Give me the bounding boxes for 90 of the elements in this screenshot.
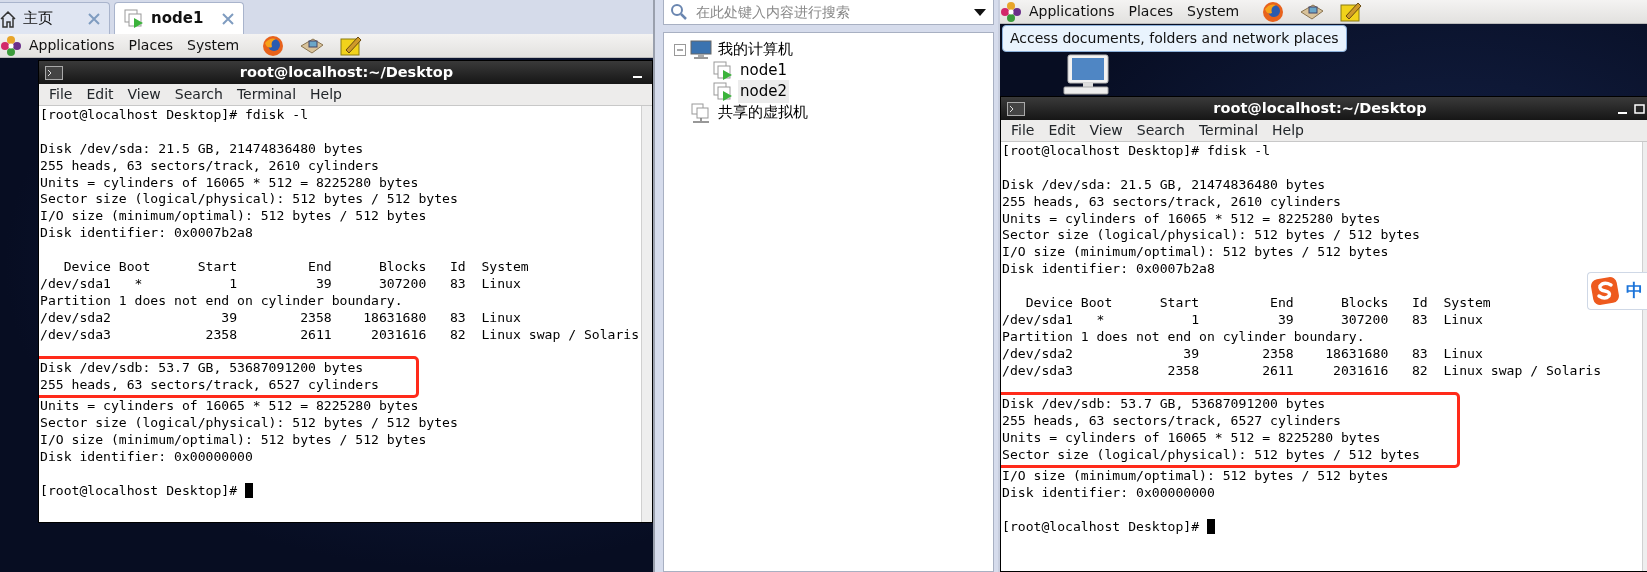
search-icon <box>670 3 688 21</box>
tab-label: 主页 <box>23 8 53 30</box>
firefox-icon[interactable] <box>1262 0 1285 23</box>
virtual-machine-icon <box>712 80 734 103</box>
tab[interactable]: 主页 <box>0 2 110 34</box>
panel-menu-item[interactable]: Places <box>1121 1 1181 22</box>
input-mode-toggle[interactable]: 中 <box>1626 278 1643 304</box>
terminal-line: 255 heads, 63 sectors/track, 2610 cylinders <box>1002 193 1342 211</box>
menu-item[interactable]: View <box>120 84 168 105</box>
terminal-line: Units = cylinders of 16065 * 512 = 8225280 bytes <box>1002 430 1382 448</box>
window-title: root@localhost:~/Desktop <box>1212 98 1428 118</box>
panel-menu-item[interactable]: Applications <box>22 35 122 56</box>
search-field[interactable]: 在此处键入内容进行搜索 <box>696 1 965 23</box>
firefox-icon[interactable] <box>262 34 285 57</box>
terminal-line: 255 heads, 63 sectors/track, 6527 cylinders <box>40 377 379 395</box>
note-pencil-icon[interactable] <box>340 34 363 57</box>
menu-item[interactable]: View <box>1082 120 1130 141</box>
terminal-line: Units = cylinders of 16065 * 512 = 8225280 bytes <box>40 174 420 192</box>
terminal-line: I/O size (minimum/optimal): 512 bytes / 512 bytes <box>40 208 428 226</box>
terminal-line: Disk identifier: 0x0007b2a8 <box>40 225 254 243</box>
computer-icon <box>690 39 712 60</box>
terminal-line: Device Boot Start End Blocks Id System <box>62 259 530 276</box>
terminal-line: Sector size (logical/physical): 512 bytes / 512 bytes <box>1002 227 1421 245</box>
shared-machines-icon <box>690 101 712 124</box>
tab-label: node1 <box>151 8 204 30</box>
tab[interactable]: node1 <box>114 2 245 34</box>
menu-item[interactable]: Terminal <box>229 84 304 105</box>
terminal-line: Disk /dev/sdb: 53.7 GB, 53687091200 bytes <box>1002 396 1327 414</box>
terminal-line: [root@localhost Desktop]# fdisk -l <box>1002 143 1272 160</box>
terminal-line: 255 heads, 63 sectors/track, 6527 cylinders <box>1002 413 1342 431</box>
menu-item[interactable]: File <box>1004 120 1042 141</box>
panel-menu-item[interactable]: Applications <box>1022 1 1122 22</box>
terminal-line: Disk /dev/sda: 21.5 GB, 21474836480 bytes <box>40 140 365 158</box>
close-icon[interactable] <box>221 11 236 26</box>
flower-logo-icon[interactable] <box>1000 0 1022 23</box>
search-box[interactable]: 在此处键入内容进行搜索 <box>663 0 994 25</box>
menu-item[interactable]: Search <box>1129 120 1192 141</box>
terminal-line: /dev/sda1 * 1 39 307200 83 Linux <box>40 275 522 293</box>
terminal-line: /dev/sda3 2358 2611 2031616 82 Linux swap / Solaris <box>40 326 641 344</box>
menu-item[interactable]: Search <box>167 84 230 105</box>
menu-item[interactable]: Edit <box>79 84 121 105</box>
tree-item[interactable]: 我的计算机 <box>716 38 795 61</box>
collapse-icon[interactable] <box>674 43 686 56</box>
terminal-line: Disk identifier: 0x00000000 <box>40 448 254 466</box>
terminal-line: Partition 1 does not end on cylinder boundary. <box>1002 328 1366 346</box>
terminal-line: Disk /dev/sda: 21.5 GB, 21474836480 bytes <box>1002 176 1327 194</box>
panel-menu-item[interactable]: System <box>1180 1 1247 22</box>
note-pencil-icon[interactable] <box>1340 0 1363 23</box>
menu-item[interactable]: Edit <box>1041 120 1083 141</box>
terminal-line: I/O size (minimum/optimal): 512 bytes / 512 bytes <box>40 431 428 449</box>
terminal-line: [root@localhost Desktop]# <box>1002 518 1642 536</box>
virtual-machine-icon <box>712 59 734 82</box>
menu-item[interactable]: File <box>42 84 80 105</box>
home-icon <box>0 9 17 28</box>
tree-item[interactable]: node2 <box>738 80 789 103</box>
terminal-line: Device Boot Start End Blocks Id System <box>1024 295 1492 312</box>
terminal-icon <box>45 65 63 80</box>
menu-item[interactable]: Terminal <box>1191 120 1266 141</box>
terminal-line: I/O size (minimum/optimal): 512 bytes / 512 bytes <box>1002 244 1390 262</box>
terminal-line: Disk /dev/sdb: 53.7 GB, 53687091200 bytes <box>40 360 365 378</box>
terminal-line: Sector size (logical/physical): 512 bytes / 512 bytes <box>1002 447 1420 464</box>
terminal-line: [root@localhost Desktop]# fdisk -l <box>40 107 310 124</box>
maximize-icon[interactable] <box>1631 101 1647 116</box>
terminal-line: 255 heads, 63 sectors/track, 2610 cylinders <box>40 157 380 175</box>
terminal-line: Sector size (logical/physical): 512 bytes / 512 bytes <box>40 191 459 209</box>
terminal-line: Sector size (logical/physical): 512 bytes / 512 bytes <box>40 415 459 432</box>
terminal-line: I/O size (minimum/optimal): 512 bytes / 512 bytes <box>1002 467 1390 485</box>
terminal-line: Units = cylinders of 16065 * 512 = 8225280 bytes <box>40 398 420 416</box>
terminal-line: /dev/sda2 39 2358 18631680 83 Linux <box>40 309 522 327</box>
panel-menu-item[interactable]: Places <box>121 35 181 56</box>
menu-item[interactable]: Help <box>1265 120 1311 141</box>
terminal-icon <box>1007 101 1025 116</box>
ime-logo-icon[interactable] <box>1590 275 1622 307</box>
terminal-line: /dev/sda2 39 2358 18631680 83 Linux <box>1002 345 1484 363</box>
terminal-line: Disk identifier: 0x0007b2a8 <box>1002 261 1216 279</box>
virtual-machine-icon <box>123 7 145 30</box>
menu-item[interactable]: Help <box>303 84 349 105</box>
flower-logo-icon[interactable] <box>0 34 22 57</box>
panel-menu-item[interactable]: System <box>180 35 247 56</box>
terminal-line: [root@localhost Desktop]# <box>40 482 641 500</box>
terminal-line: Disk identifier: 0x00000000 <box>1002 484 1216 502</box>
terminal-line: Partition 1 does not end on cylinder boundary. <box>40 292 404 310</box>
terminal-line: /dev/sda1 * 1 39 307200 83 Linux <box>1002 311 1484 329</box>
dropdown-caret-icon[interactable] <box>973 7 987 17</box>
tree-item[interactable]: node1 <box>738 59 789 82</box>
tree-item[interactable]: 共享的虚拟机 <box>716 101 810 124</box>
tooltip: Access documents, folders and network places <box>1002 25 1347 52</box>
window-title: root@localhost:~/Desktop <box>238 62 455 82</box>
terminal-line: Units = cylinders of 16065 * 512 = 8225280 bytes <box>1002 210 1382 228</box>
terminal-line: /dev/sda3 2358 2611 2031616 82 Linux swap / Solaris <box>1002 362 1603 380</box>
